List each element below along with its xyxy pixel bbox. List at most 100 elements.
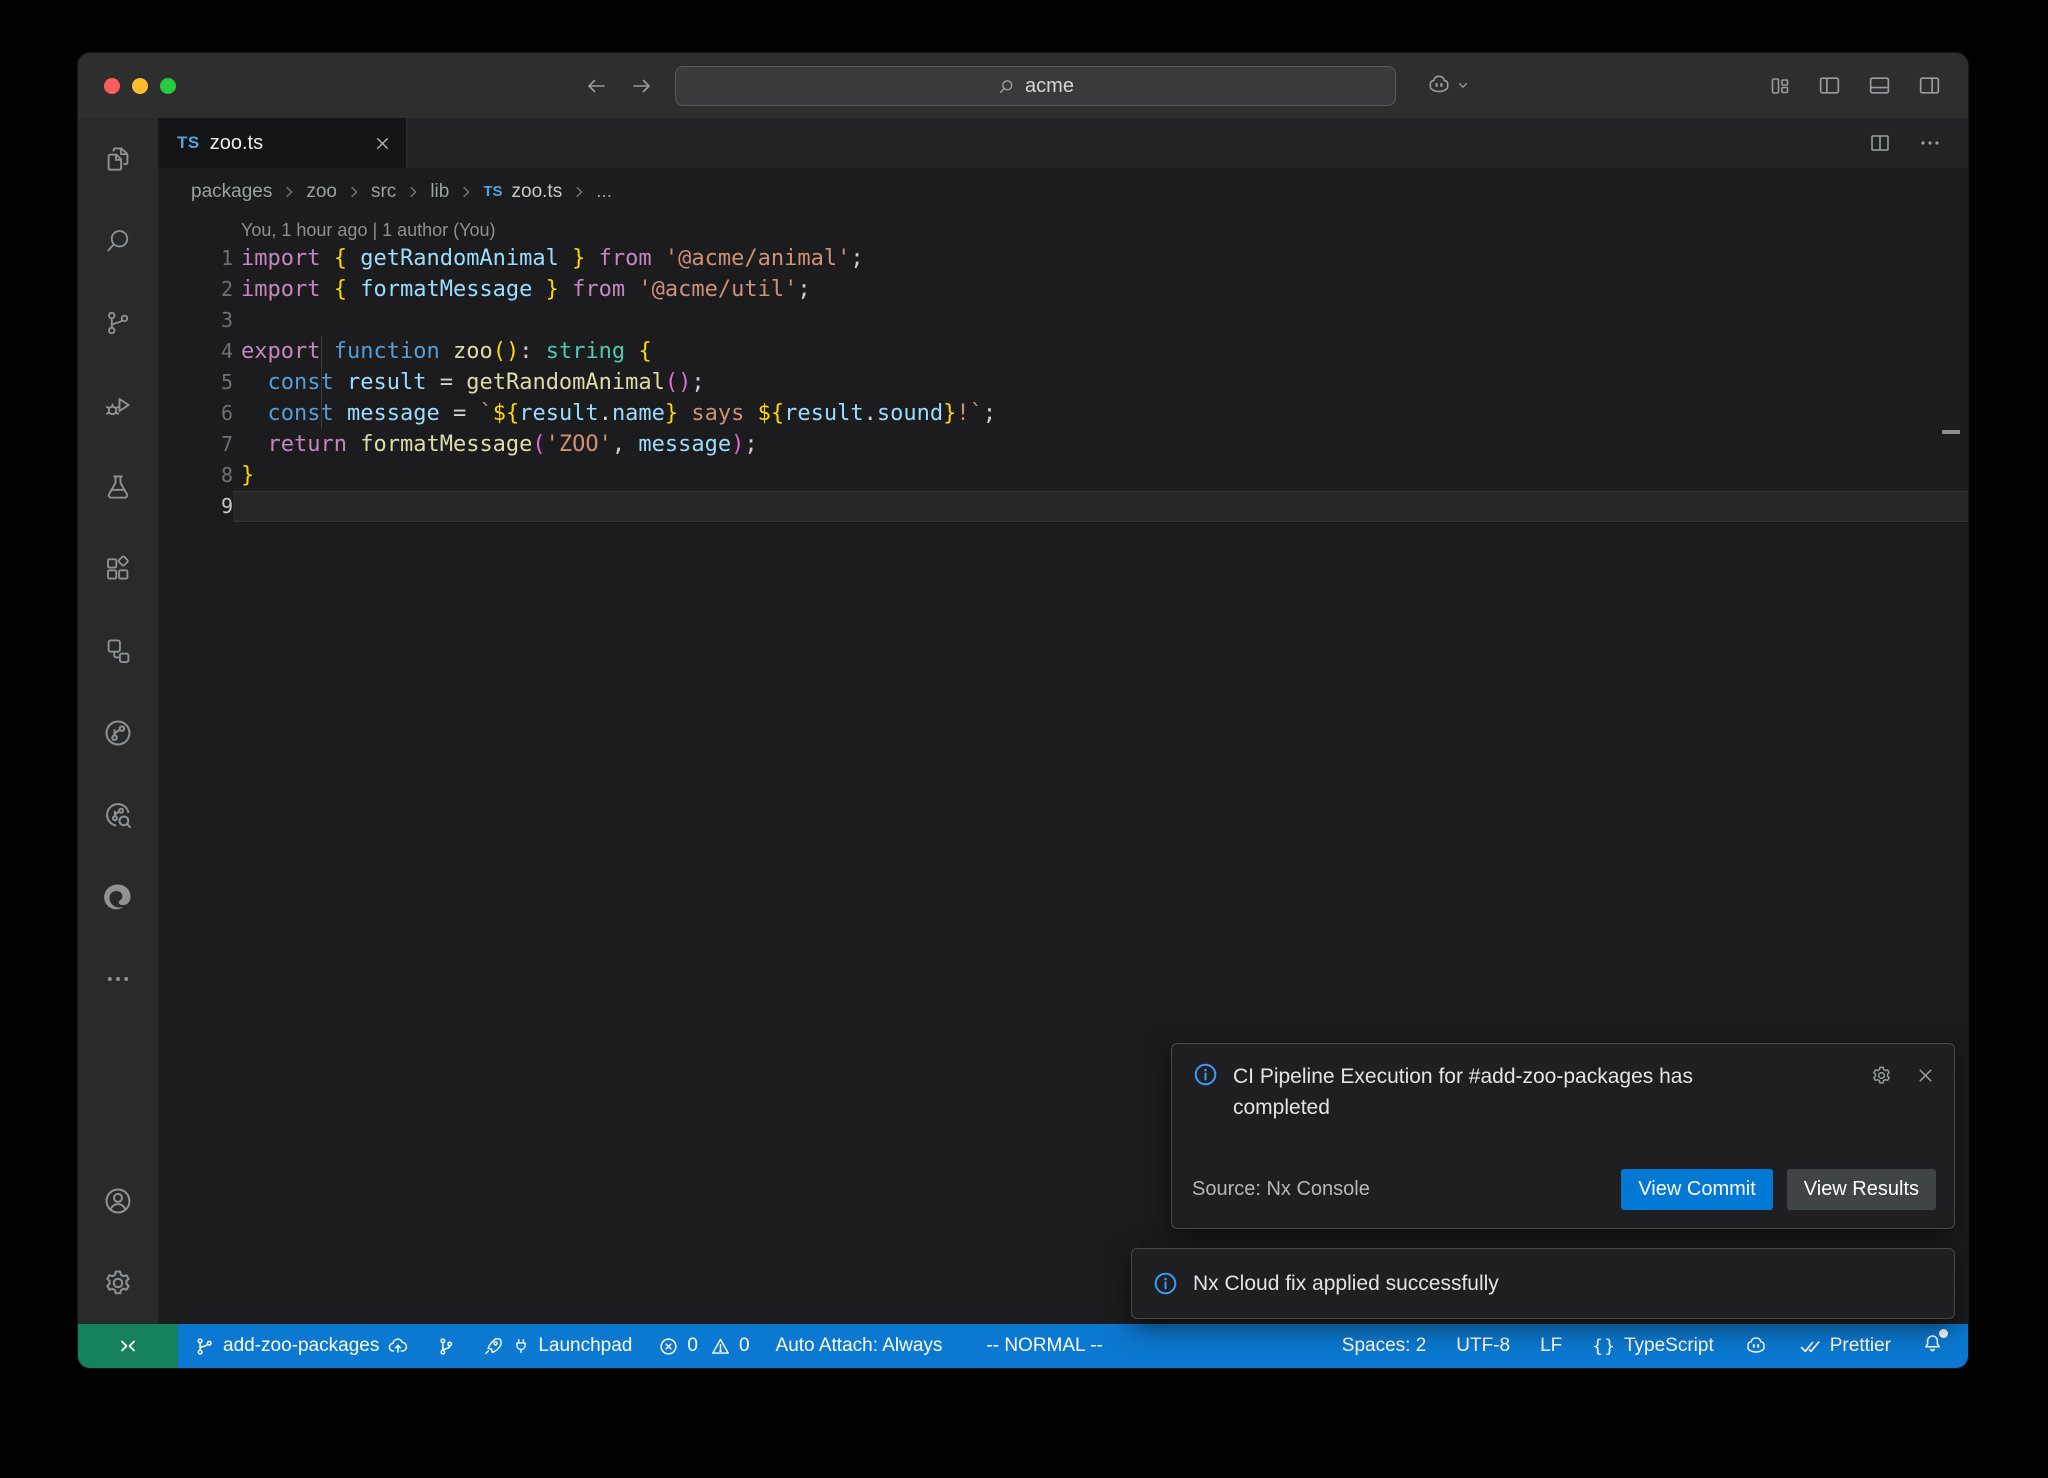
breadcrumb-chevron-icon (571, 184, 587, 200)
close-tab-icon[interactable] (373, 134, 392, 153)
notification-message: CI Pipeline Execution for #add-zoo-packa… (1233, 1061, 1778, 1123)
notification-message: Nx Cloud fix applied successfully (1193, 1272, 1499, 1296)
plug-icon (512, 1337, 530, 1355)
code-line[interactable]: 6 const message = `${result.name} says $… (159, 398, 1968, 429)
command-center-search[interactable]: acme (675, 66, 1396, 106)
more-views-icon[interactable] (78, 938, 158, 1020)
git-branch-icon (194, 1336, 215, 1357)
code-line[interactable]: 9 (159, 491, 1968, 522)
code-line[interactable]: 4export function zoo(): string { (159, 336, 1968, 367)
code-line[interactable]: 1import { getRandomAnimal } from '@acme/… (159, 243, 1968, 274)
language-mode-status[interactable]: {} TypeScript (1582, 1324, 1723, 1368)
tab-zoo-ts[interactable]: TS zoo.ts (159, 118, 407, 168)
breadcrumb[interactable]: packages zoo src lib TS zoo.ts... (159, 168, 1968, 215)
problems-status[interactable]: 0 0 (648, 1324, 759, 1368)
warning-count: 0 (739, 1335, 750, 1357)
workspace-view-icon[interactable] (78, 610, 158, 692)
minimize-window-button[interactable] (132, 78, 148, 94)
error-count: 0 (687, 1335, 698, 1357)
gitlens-icon[interactable] (78, 692, 158, 774)
git-branch-status[interactable]: add-zoo-packages (184, 1324, 419, 1368)
run-debug-icon[interactable] (78, 364, 158, 446)
notifications-bell-status[interactable] (1911, 1324, 1954, 1368)
breadcrumb-segment[interactable]: src (371, 181, 396, 203)
formatter-status[interactable]: Prettier (1788, 1324, 1901, 1368)
tab-label: zoo.ts (210, 132, 363, 155)
search-value: acme (1025, 75, 1074, 98)
tab-bar: TS zoo.ts (159, 118, 1968, 168)
line-number: 2 (159, 274, 233, 305)
indentation-status[interactable]: Spaces: 2 (1332, 1324, 1437, 1368)
typescript-file-icon: TS (483, 183, 502, 200)
rocket-icon (482, 1335, 504, 1357)
notification-toast-ci-pipeline: CI Pipeline Execution for #add-zoo-packa… (1171, 1043, 1955, 1229)
code-line[interactable]: 2import { formatMessage } from '@acme/ut… (159, 274, 1968, 305)
error-circle-icon (658, 1336, 679, 1357)
zoom-window-button[interactable] (160, 78, 176, 94)
forward-arrow-icon[interactable] (630, 74, 654, 98)
explorer-icon[interactable] (78, 118, 158, 200)
extensions-icon[interactable] (78, 528, 158, 610)
line-number: 7 (159, 429, 233, 460)
close-window-button[interactable] (104, 78, 120, 94)
chevron-down-icon[interactable] (1456, 78, 1470, 92)
info-icon (1152, 1270, 1179, 1297)
code-line[interactable]: 3 (159, 305, 1968, 336)
search-icon (997, 77, 1016, 96)
breadcrumb-overflow[interactable]: ... (596, 181, 612, 203)
encoding-status[interactable]: UTF-8 (1446, 1324, 1520, 1368)
code-line[interactable]: 7 return formatMessage('ZOO', message); (159, 429, 1968, 460)
notification-settings-gear-icon[interactable] (1870, 1064, 1893, 1087)
view-commit-button[interactable]: View Commit (1621, 1169, 1772, 1210)
line-number: 6 (159, 398, 233, 429)
remote-indicator[interactable] (78, 1324, 178, 1368)
vim-mode-status[interactable]: -- NORMAL -- (976, 1324, 1112, 1368)
breadcrumb-segment[interactable]: zoo (306, 181, 337, 203)
line-number: 1 (159, 243, 233, 274)
toggle-panel-icon[interactable] (1867, 73, 1892, 98)
gitlens-inspect-icon[interactable] (78, 774, 158, 856)
source-control-icon[interactable] (78, 282, 158, 364)
indent-guide (321, 336, 322, 429)
breadcrumb-segment[interactable]: lib (430, 181, 449, 203)
git-blame-annotation: You, 1 hour ago | 1 author (You) (159, 217, 1968, 243)
git-graph-icon (435, 1336, 456, 1357)
edge-devtools-icon[interactable] (78, 856, 158, 938)
breadcrumb-chevron-icon (346, 184, 362, 200)
testing-beaker-icon[interactable] (78, 446, 158, 528)
status-bar: add-zoo-packages Launchpad (78, 1324, 1968, 1368)
breadcrumb-segment[interactable]: packages (191, 181, 272, 203)
auto-attach-status[interactable]: Auto Attach: Always (766, 1324, 953, 1368)
settings-gear-icon[interactable] (78, 1242, 158, 1324)
title-bar: acme (78, 53, 1968, 118)
code-line[interactable]: 5 const result = getRandomAnimal(); (159, 367, 1968, 398)
line-number: 5 (159, 367, 233, 398)
copilot-status[interactable] (1734, 1324, 1778, 1368)
more-actions-icon[interactable] (1918, 131, 1942, 155)
line-number: 3 (159, 305, 233, 336)
customize-layout-icon[interactable] (1768, 73, 1792, 98)
account-icon[interactable] (78, 1160, 158, 1242)
copilot-icon (1744, 1334, 1768, 1358)
notification-toast-nx-cloud: Nx Cloud fix applied successfully (1131, 1248, 1955, 1319)
traffic-lights (104, 78, 176, 94)
search-view-icon[interactable] (78, 200, 158, 282)
git-graph-status[interactable] (425, 1324, 466, 1368)
breadcrumb-chevron-icon (281, 184, 297, 200)
warning-triangle-icon (710, 1336, 731, 1357)
braces-icon: {} (1592, 1336, 1616, 1357)
view-results-button[interactable]: View Results (1787, 1169, 1936, 1210)
toggle-sidebar-left-icon[interactable] (1817, 73, 1842, 98)
close-notification-icon[interactable] (1915, 1064, 1936, 1087)
breadcrumb-chevron-icon (405, 184, 421, 200)
eol-status[interactable]: LF (1530, 1324, 1572, 1368)
split-editor-icon[interactable] (1868, 131, 1892, 155)
code-lines: 1import { getRandomAnimal } from '@acme/… (159, 243, 1968, 522)
breadcrumb-file[interactable]: zoo.ts (512, 181, 563, 203)
launchpad-status[interactable]: Launchpad (472, 1324, 642, 1368)
code-line[interactable]: 8} (159, 460, 1968, 491)
copilot-icon[interactable] (1426, 72, 1452, 98)
back-arrow-icon[interactable] (584, 74, 608, 98)
toggle-sidebar-right-icon[interactable] (1917, 73, 1942, 98)
breadcrumb-chevron-icon (458, 184, 474, 200)
